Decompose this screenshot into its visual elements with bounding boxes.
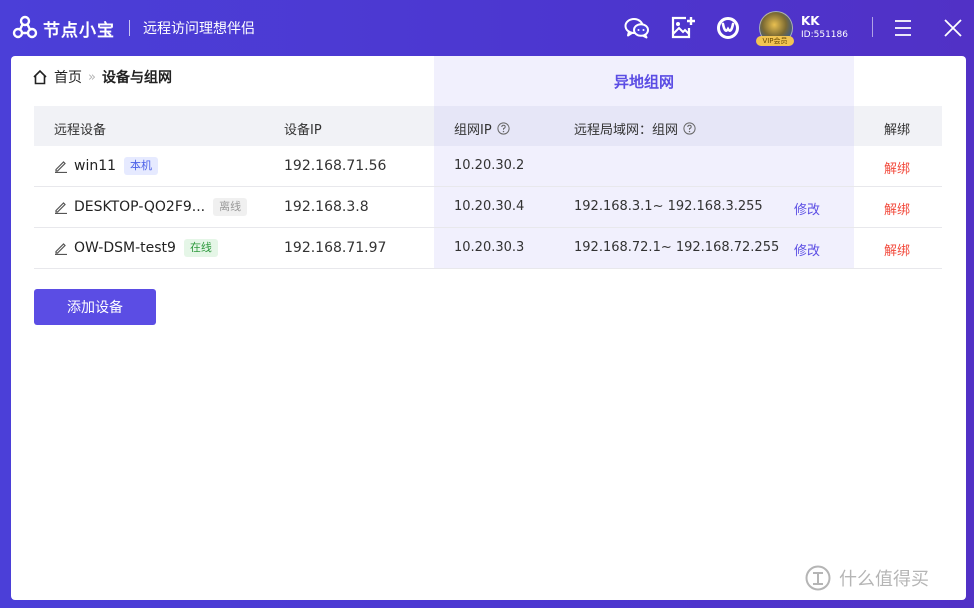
device-cell: win11 本机 bbox=[54, 157, 159, 175]
device-ip: 192.168.3.8 bbox=[284, 199, 369, 215]
header-network-ip: 组网IP bbox=[454, 119, 510, 138]
home-icon[interactable] bbox=[32, 69, 48, 85]
wechat-icon[interactable] bbox=[624, 16, 650, 40]
table-header: 远程设备 设备IP 组网IP 远程局域网：组网 解绑 bbox=[34, 106, 942, 146]
unbind-link[interactable]: 解绑 bbox=[884, 199, 910, 218]
close-icon[interactable] bbox=[940, 16, 966, 40]
edit-icon[interactable] bbox=[54, 241, 68, 255]
device-ip: 192.168.71.97 bbox=[284, 240, 387, 256]
breadcrumb: 首页 » 设备与组网 bbox=[32, 67, 172, 87]
unbind-link[interactable]: 解绑 bbox=[884, 158, 910, 177]
image-add-icon[interactable] bbox=[670, 16, 696, 40]
modify-link[interactable]: 修改 bbox=[794, 199, 820, 218]
device-name: OW-DSM-test9 bbox=[74, 240, 176, 256]
table-row: OW-DSM-test9 在线 192.168.71.97 10.20.30.3… bbox=[34, 228, 942, 269]
modify-link[interactable]: 修改 bbox=[794, 240, 820, 259]
add-device-button[interactable]: 添加设备 bbox=[34, 289, 156, 325]
device-cell: DESKTOP-QO2F9... 离线 bbox=[54, 198, 248, 216]
titlebar-divider bbox=[872, 17, 873, 37]
edit-icon[interactable] bbox=[54, 159, 68, 173]
breadcrumb-home[interactable]: 首页 bbox=[54, 67, 82, 87]
user-name: KK bbox=[801, 14, 820, 28]
network-ip: 10.20.30.2 bbox=[454, 158, 525, 173]
app-slogan: 远程访问理想伴侣 bbox=[143, 21, 255, 37]
edit-icon[interactable] bbox=[54, 200, 68, 214]
header-unbind: 解绑 bbox=[884, 123, 911, 138]
header-device: 远程设备 bbox=[54, 123, 107, 138]
header-device-ip: 设备IP bbox=[284, 123, 322, 138]
watermark-text: 什么值得买 bbox=[839, 569, 929, 590]
menu-icon[interactable] bbox=[890, 16, 916, 40]
support-icon[interactable] bbox=[715, 16, 741, 40]
help-icon[interactable] bbox=[683, 122, 696, 135]
title-bar: 节点小宝 远程访问理想伴侣 VIP会员 KK ID:551186 bbox=[0, 0, 974, 56]
brand-divider bbox=[129, 20, 130, 36]
network-ip: 10.20.30.4 bbox=[454, 199, 525, 214]
help-icon[interactable] bbox=[497, 122, 510, 135]
device-name: DESKTOP-QO2F9... bbox=[74, 199, 206, 215]
status-badge: 本机 bbox=[124, 157, 159, 175]
breadcrumb-separator: » bbox=[88, 69, 96, 85]
brand: 节点小宝 远程访问理想伴侣 bbox=[12, 15, 255, 41]
watermark: 什么值得买 bbox=[805, 565, 929, 591]
network-ip: 10.20.30.3 bbox=[454, 240, 525, 255]
user-id: ID:551186 bbox=[801, 30, 848, 40]
breadcrumb-current: 设备与组网 bbox=[101, 70, 172, 86]
main-panel: 异地组网 首页 » 设备与组网 远程设备 设备IP 组网IP 远程局域网：组网 bbox=[11, 56, 966, 600]
app-logo-icon bbox=[12, 15, 38, 39]
device-cell: OW-DSM-test9 在线 bbox=[54, 239, 218, 257]
remote-lan: 192.168.72.1~ 192.168.72.255 bbox=[574, 240, 780, 255]
watermark-logo-icon bbox=[805, 565, 831, 591]
device-name: win11 bbox=[74, 158, 117, 174]
device-ip: 192.168.71.56 bbox=[284, 158, 387, 174]
header-remote-lan: 远程局域网：组网 bbox=[574, 119, 696, 138]
vip-badge: VIP会员 bbox=[756, 36, 794, 46]
status-badge: 在线 bbox=[183, 239, 218, 257]
status-badge: 离线 bbox=[213, 198, 248, 216]
table-row: DESKTOP-QO2F9... 离线 192.168.3.8 10.20.30… bbox=[34, 187, 942, 228]
unbind-link[interactable]: 解绑 bbox=[884, 240, 910, 259]
remote-section-title: 异地组网 bbox=[613, 73, 674, 91]
table-row: win11 本机 192.168.71.56 10.20.30.2 解绑 bbox=[34, 146, 942, 187]
app-name: 节点小宝 bbox=[43, 20, 115, 41]
remote-lan: 192.168.3.1~ 192.168.3.255 bbox=[574, 199, 763, 214]
